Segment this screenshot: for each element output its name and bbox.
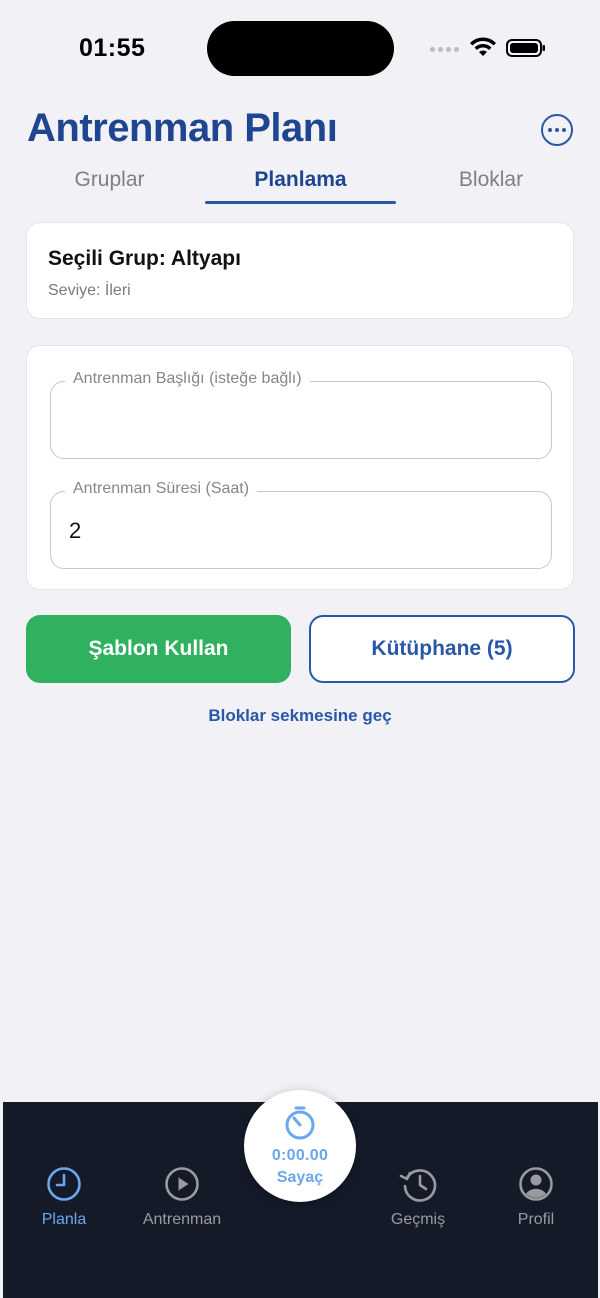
- nav-antrenman-label: Antrenman: [142, 1211, 222, 1228]
- training-title-input[interactable]: Antrenman Başlığı (isteğe bağlı): [50, 370, 552, 459]
- battery-icon: [506, 39, 545, 57]
- nav-planla-label: Planla: [41, 1211, 87, 1228]
- more-options-button[interactable]: [541, 114, 573, 146]
- nav-planla[interactable]: Planla: [4, 1166, 124, 1229]
- timer-value: 0:00.00: [271, 1147, 329, 1164]
- training-form-card: Antrenman Başlığı (isteğe bağlı) Antrenm…: [26, 345, 574, 590]
- dynamic-island: [207, 21, 394, 76]
- stopwatch-icon: [285, 1106, 315, 1140]
- tab-gruplar[interactable]: Gruplar: [14, 162, 205, 206]
- timer-button[interactable]: 0:00.00 Sayaç: [244, 1090, 356, 1202]
- nav-gecmis[interactable]: Geçmiş: [358, 1166, 478, 1229]
- history-icon: [399, 1169, 437, 1202]
- wifi-icon: [470, 37, 496, 56]
- go-to-blocks-link[interactable]: Bloklar sekmesine geç: [0, 706, 600, 726]
- library-button[interactable]: Kütüphane (5): [309, 615, 575, 683]
- nav-antrenman[interactable]: Antrenman: [122, 1166, 242, 1229]
- selected-group-level: Seviye: İleri: [48, 282, 131, 299]
- tab-planlama[interactable]: Planlama: [205, 162, 396, 206]
- active-tab-indicator: [205, 201, 396, 204]
- selected-group-title: Seçili Grup: Altyapı: [48, 247, 241, 270]
- training-duration-input[interactable]: Antrenman Süresi (Saat) 2: [50, 480, 552, 569]
- clock-icon: [47, 1167, 81, 1201]
- training-duration-value: 2: [69, 518, 82, 543]
- timer-label: Sayaç: [276, 1169, 324, 1186]
- selected-group-card: Seçili Grup: Altyapı Seviye: İleri: [26, 222, 574, 319]
- play-circle-icon: [165, 1167, 199, 1201]
- training-title-label: Antrenman Başlığı (isteğe bağlı): [65, 370, 310, 388]
- status-bar: 01:55: [0, 0, 600, 96]
- tab-bloklar[interactable]: Bloklar: [396, 162, 586, 206]
- segment-tabs: Gruplar Planlama Bloklar: [14, 162, 586, 206]
- status-time: 01:55: [79, 34, 146, 62]
- cellular-signal-icon: [430, 44, 460, 54]
- nav-profil-label: Profil: [517, 1211, 555, 1228]
- person-circle-icon: [519, 1167, 553, 1201]
- nav-gecmis-label: Geçmiş: [390, 1211, 446, 1228]
- nav-profil[interactable]: Profil: [476, 1166, 596, 1229]
- training-duration-label: Antrenman Süresi (Saat): [65, 480, 258, 498]
- more-dots-icon: [548, 128, 552, 132]
- use-template-button[interactable]: Şablon Kullan: [26, 615, 291, 683]
- page-title: Antrenman Planı: [27, 106, 338, 150]
